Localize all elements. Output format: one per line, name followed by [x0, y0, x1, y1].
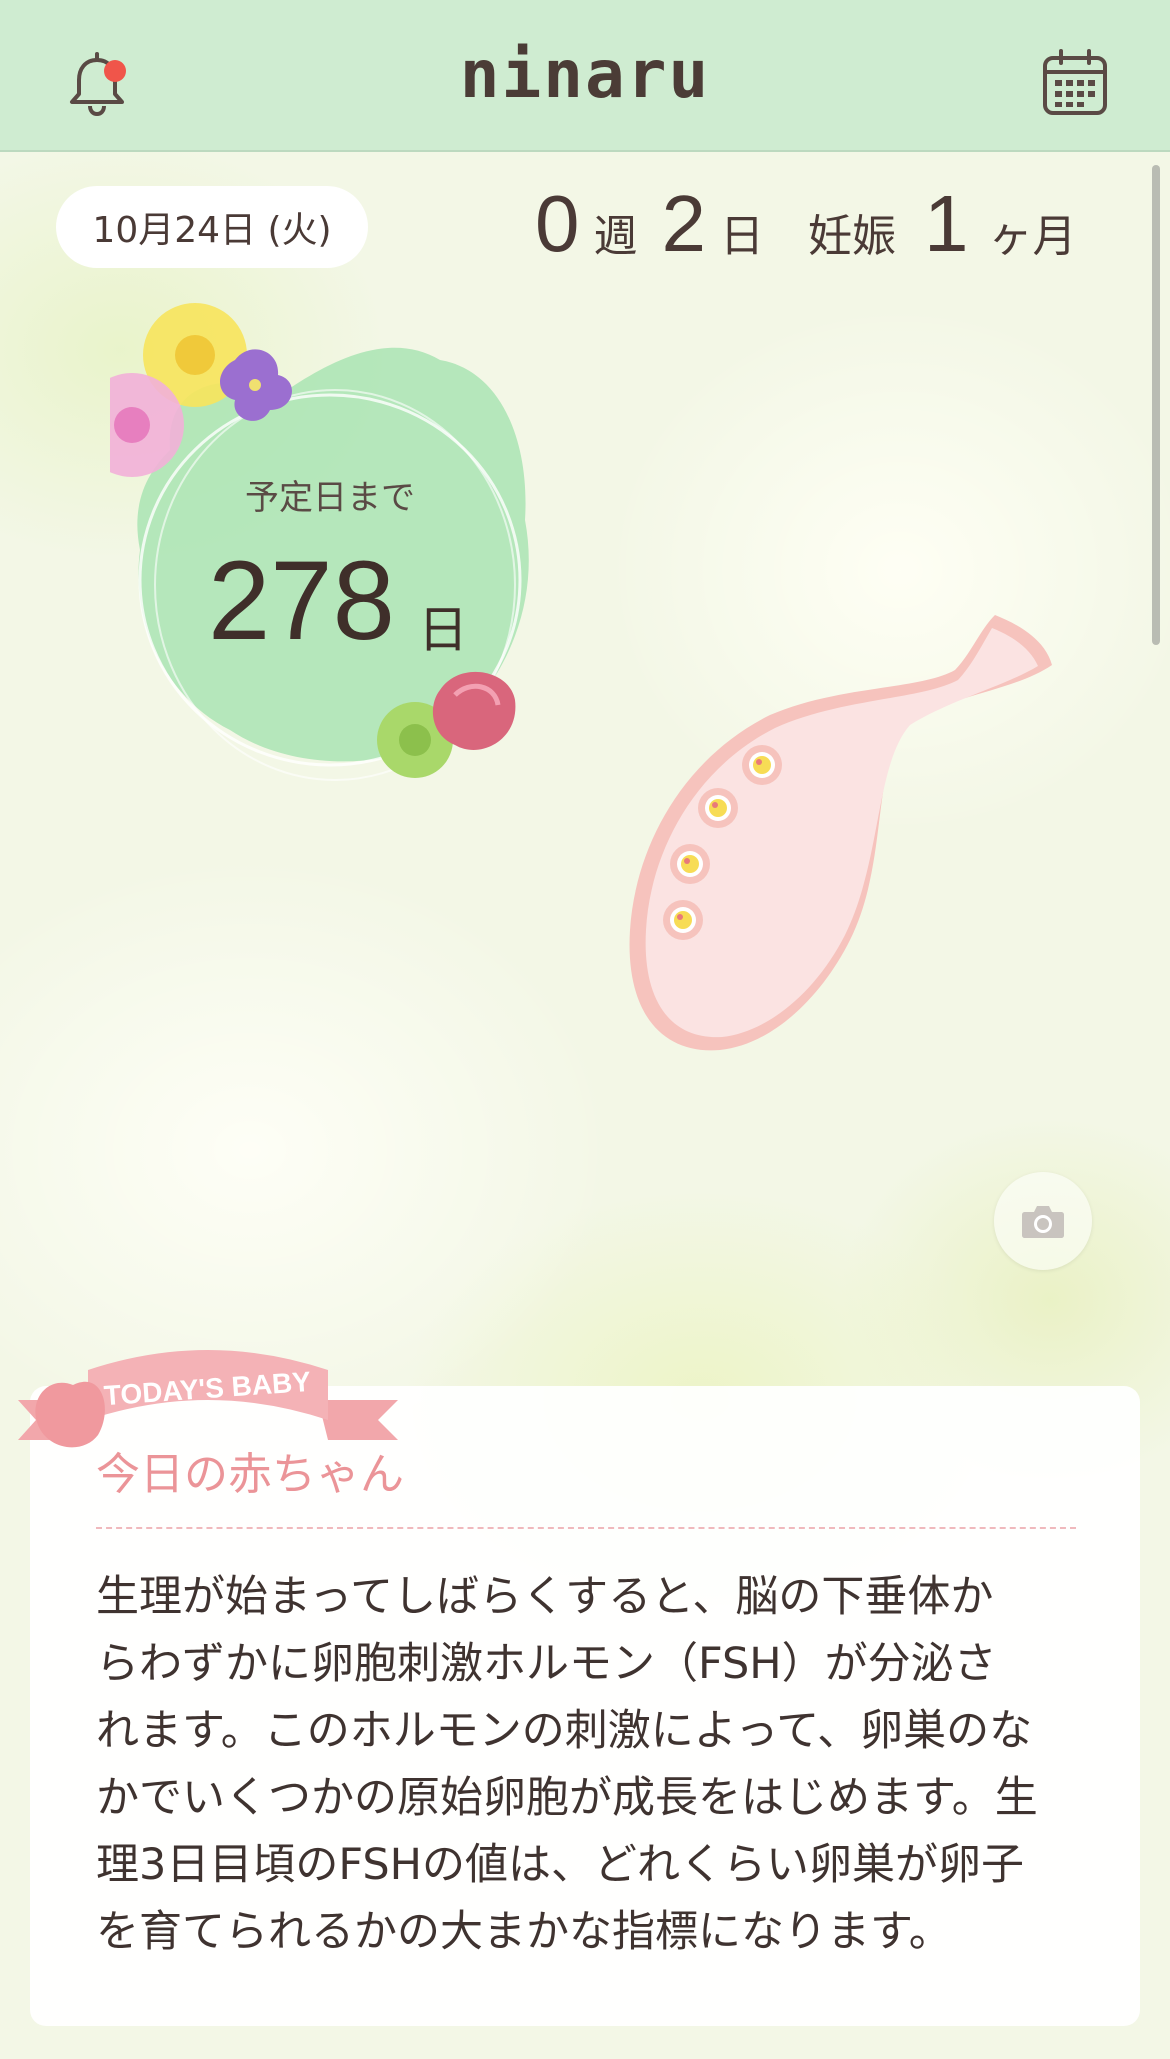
camera-icon [1022, 1206, 1064, 1238]
pregnancy-progress: 0 週 2 日 妊娠 1 ヶ月 [535, 178, 1077, 268]
countdown-days: 278 [208, 538, 395, 663]
app-logo: ninaru [459, 36, 711, 113]
body-line: 生理が始まってしばらくすると、脳の下垂体か [96, 1572, 994, 1622]
body-line: を育てられるかの大まかな指標になります。 [96, 1907, 952, 1957]
todays-baby-ribbon: TODAY'S BABY [18, 1350, 398, 1448]
body-line: らわずかに卵胞刺激ホルモン（FSH）が分泌さ [96, 1639, 997, 1689]
body-line: 理3日目頃のFSHの値は、どれくらい卵巣が卵子 [96, 1840, 1024, 1890]
months-unit: ヶ月 [988, 211, 1077, 262]
card-title: 今日の赤ちゃん [96, 1449, 404, 1500]
countdown-unit: 日 [418, 601, 468, 659]
days-value: 2 [661, 179, 707, 268]
body-line: かでいくつかの原始卵胞が成長をはじめます。生 [96, 1773, 1038, 1823]
weeks-unit: 週 [593, 211, 638, 262]
month-prefix: 妊娠 [808, 211, 896, 262]
card-body: 生理が始まってしばらくすると、脳の下垂体か らわずかに卵胞刺激ホルモン（FSH）… [96, 1564, 1086, 1966]
date-pill[interactable]: 10月24日 (火) [56, 186, 368, 268]
scrollbar[interactable] [1152, 165, 1160, 645]
body-line: れます。このホルモンの刺激によって、卵巣のな [96, 1706, 1033, 1756]
days-unit: 日 [720, 211, 764, 262]
top-bar: ninaru [0, 0, 1170, 152]
card-divider [96, 1527, 1076, 1529]
months-value: 1 [924, 179, 969, 268]
countdown-label: 予定日まで [245, 478, 415, 518]
weeks-value: 0 [535, 179, 580, 268]
ovary-illustration[interactable] [620, 600, 1060, 1070]
calendar-icon[interactable] [1042, 48, 1108, 116]
date-label: 10月24日 (火) [92, 210, 332, 251]
camera-button[interactable] [994, 1172, 1092, 1270]
